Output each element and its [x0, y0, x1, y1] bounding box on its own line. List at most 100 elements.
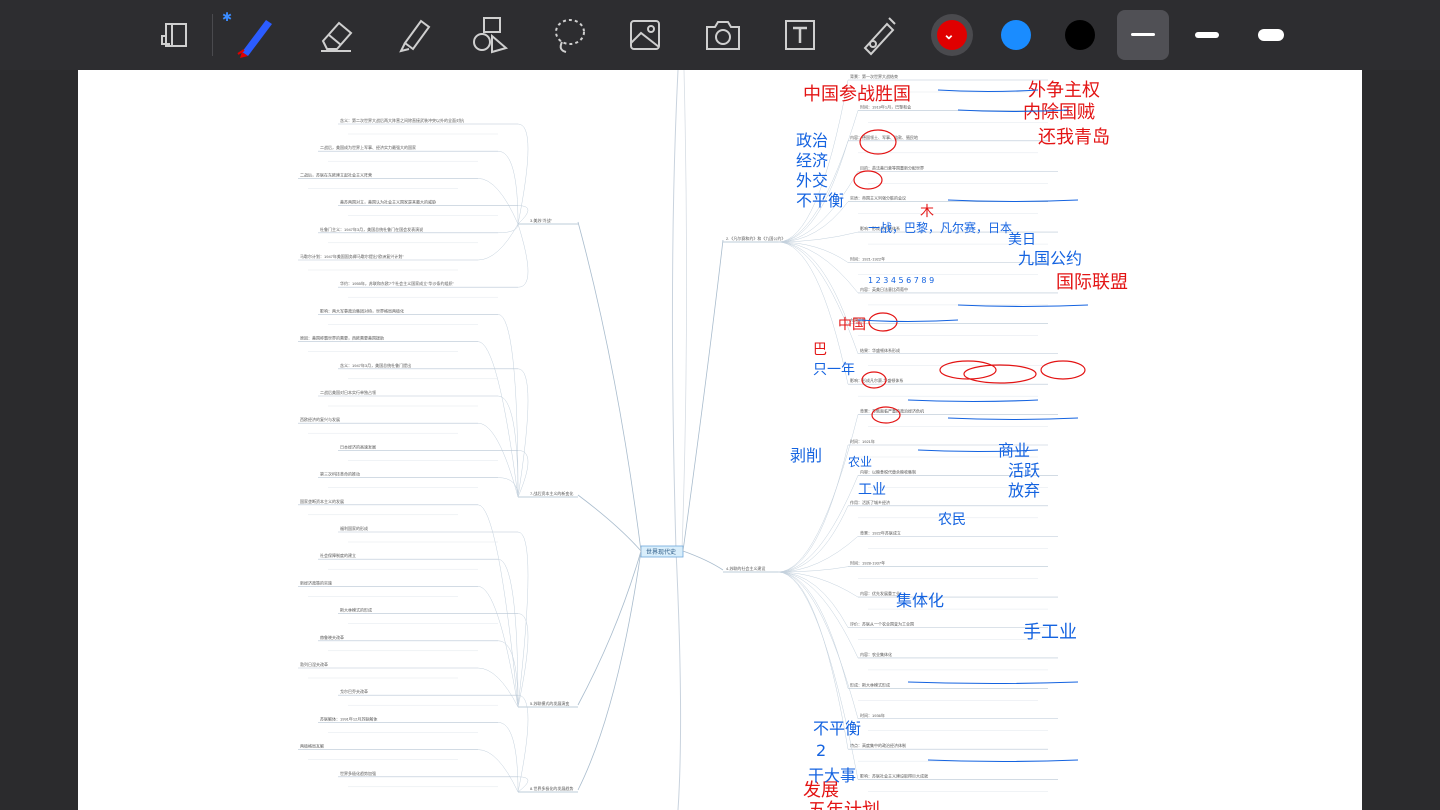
color-swatch-blue[interactable] [1001, 20, 1031, 50]
width-selector-thin[interactable] [1117, 10, 1169, 60]
note-item: 二战后，苏联在东欧建立起社会主义阵营 [298, 171, 519, 225]
page-layout-icon[interactable] [152, 12, 198, 58]
svg-text:背景：1922年苏联成立: 背景：1922年苏联成立 [860, 529, 901, 535]
note-item: 国家垄断资本主义的发展 [298, 498, 519, 708]
svg-text:杜鲁门主义：1947年3月，美国总统杜鲁门在国会发表演说: 杜鲁门主义：1947年3月，美国总统杜鲁门在国会发表演说 [320, 226, 423, 232]
note-item: 作用：活跃了城乡经济 [777, 499, 1048, 573]
note-item: 戈尔巴乔夫改革 [338, 688, 529, 793]
branch-node[interactable]: 7.战后资本主义的新变化 [518, 490, 578, 498]
note-item: 华约：1955年，苏联和东欧7个社会主义国家成立“华沙条约组织” [338, 223, 529, 298]
root-node[interactable]: 世界现代史 [640, 545, 684, 558]
handwritten-note-blue: 活跃 [1008, 461, 1040, 480]
laser-pointer-icon[interactable] [855, 12, 901, 58]
svg-text:影响：苏联社会主义建设取得巨大成就: 影响：苏联社会主义建设取得巨大成就 [860, 773, 928, 779]
shapes-icon[interactable] [468, 12, 514, 58]
handwritten-note-blue: 1 2 3 4 5 6 7 8 9 [868, 276, 934, 285]
svg-text:新经济政策的实施: 新经济政策的实施 [300, 579, 332, 585]
branch-node[interactable]: 4.苏联的社会主义建设 [723, 565, 778, 573]
svg-text:日本经济的高速发展: 日本经济的高速发展 [340, 443, 376, 449]
handwritten-note-blue: 一战，巴黎，凡尔赛，日本 [868, 220, 1012, 235]
note-item: 苏联解体：1991年12月苏联解体 [318, 715, 519, 793]
svg-text:4.苏联的社会主义建设: 4.苏联的社会主义建设 [726, 565, 765, 571]
handwritten-note-blue: 2 [816, 741, 826, 760]
ink-circle [859, 129, 897, 155]
branch-node[interactable]: 2.《凡尔赛和约》和《九国公约》 [723, 235, 785, 243]
handwritten-note-blue: 美日 [1008, 232, 1036, 248]
handwritten-note-red: 还我青岛 [1038, 127, 1110, 148]
handwritten-note-blue: 不平衡 [796, 191, 844, 210]
svg-text:原因：美国称霸世界的需要，西欧需要美国援助: 原因：美国称霸世界的需要，西欧需要美国援助 [300, 335, 384, 341]
pen-icon[interactable] [232, 12, 278, 58]
ink-underline [917, 449, 1039, 453]
branch-node[interactable]: 8.世界多极化的发展趋势 [518, 785, 578, 793]
branch-node[interactable]: 3.美苏“冷战” [518, 217, 578, 225]
ink-underline [937, 89, 1039, 93]
eraser-icon[interactable] [314, 12, 360, 58]
svg-text:斯大林模式的形成: 斯大林模式的形成 [340, 607, 372, 613]
ink-circle [853, 170, 883, 190]
svg-text:特点：高度集中的政治经济体制: 特点：高度集中的政治经济体制 [850, 742, 906, 748]
note-page[interactable]: 世界现代史 3.美苏“冷战” 7.战后资本主义的新变化 5.苏联模式的发展演变 8.世… [78, 70, 1362, 810]
handwritten-note-blue: 不平衡 [813, 719, 861, 738]
camera-icon[interactable] [700, 12, 746, 58]
ink-underline [907, 681, 1079, 685]
handwritten-note-blue: 工业 [858, 482, 886, 498]
note-item: 福利国家的形成 [338, 525, 529, 708]
svg-text:赫鲁晓夫改革: 赫鲁晓夫改革 [320, 634, 344, 640]
ink-circle [868, 312, 898, 332]
width-selector-medium[interactable] [1195, 32, 1219, 38]
text-box-icon[interactable] [777, 12, 823, 58]
ink-circle [1040, 360, 1086, 380]
svg-text:含义：1947年3月，美国总统杜鲁门提出: 含义：1947年3月，美国总统杜鲁门提出 [340, 362, 411, 368]
note-item: 内容：英美日法意比荷葡中 [777, 241, 1058, 306]
toolbar-divider [212, 14, 213, 56]
ink-circle [963, 364, 1037, 384]
note-item: 二战后，美国成为世界上军事、经济实力最强大的国家 [318, 144, 519, 225]
svg-text:苏联解体：1991年12月苏联解体: 苏联解体：1991年12月苏联解体 [320, 715, 377, 721]
svg-text:目的：英法美日意等国重新分配世界: 目的：英法美日意等国重新分配世界 [860, 164, 924, 170]
handwritten-note-blue: 外交 [796, 171, 828, 190]
note-item: 美苏两国对立，美国认为社会主义国家是其最大的威胁 [338, 199, 529, 225]
handwritten-note-red: 国际联盟 [1056, 272, 1128, 293]
ink-underline [957, 304, 1089, 308]
handwritten-note-red: 外争主权 [1028, 80, 1100, 101]
ink-underline [857, 319, 959, 323]
handwritten-note-red: 巴 [813, 342, 827, 358]
handwritten-note-blue: 剥削 [790, 446, 822, 465]
note-item: 含义：第二次世界大战后两大阵营之间除直接武装冲突以外的全面对抗 [338, 117, 529, 225]
handwritten-note-blue: 集体化 [896, 591, 944, 610]
highlighter-icon[interactable] [392, 12, 438, 58]
handwritten-note-blue: 放弃 [1008, 481, 1040, 500]
svg-text:8.世界多极化的发展趋势: 8.世界多极化的发展趋势 [530, 785, 573, 791]
svg-text:时间：1921-1922年: 时间：1921-1922年 [850, 256, 885, 262]
svg-text:影响：形成凡尔赛-华盛顿体系: 影响：形成凡尔赛-华盛顿体系 [850, 377, 903, 383]
svg-text:二战后，美国成为世界上军事、经济实力最强大的国家: 二战后，美国成为世界上军事、经济实力最强大的国家 [320, 144, 416, 150]
lasso-icon[interactable] [546, 12, 592, 58]
note-item: 含义：1947年3月，美国总统杜鲁门提出 [338, 362, 529, 498]
note-item: 两极格局瓦解 [298, 743, 519, 793]
svg-text:福利国家的形成: 福利国家的形成 [340, 525, 368, 531]
handwritten-note-blue: 九国公约 [1018, 249, 1082, 268]
svg-text:3.美苏“冷战”: 3.美苏“冷战” [530, 217, 553, 223]
image-icon[interactable] [622, 12, 668, 58]
note-item: 西欧经济的复兴与发展 [298, 416, 519, 498]
width-selector-thick[interactable] [1258, 29, 1284, 41]
svg-text:西欧经济的复兴与发展: 西欧经济的复兴与发展 [300, 416, 340, 422]
handwritten-note-blue: 农业 [848, 455, 872, 469]
note-item: 第三次科技革命的推动 [318, 471, 519, 498]
svg-text:背景：苏俄面临严重的政治经济危机: 背景：苏俄面临严重的政治经济危机 [860, 408, 924, 414]
note-item: 勃列日涅夫改革 [298, 661, 519, 708]
svg-text:社会保障制度的建立: 社会保障制度的建立 [320, 552, 356, 558]
svg-text:背景：第一次世界大战结束: 背景：第一次世界大战结束 [850, 73, 898, 79]
svg-text:含义：第二次世界大战后两大阵营之间除直接武装冲突以外的全面对: 含义：第二次世界大战后两大阵营之间除直接武装冲突以外的全面对抗 [340, 117, 464, 123]
ink-underline [947, 417, 1079, 421]
svg-text:马歇尔计划：1947年美国国务卿马歇尔提出“欧洲复兴计划”: 马歇尔计划：1947年美国国务卿马歇尔提出“欧洲复兴计划” [300, 253, 404, 259]
svg-text:二战后，苏联在东欧建立起社会主义阵营: 二战后，苏联在东欧建立起社会主义阵营 [300, 171, 372, 177]
chevron-down-icon: ⌄ [943, 26, 955, 42]
handwritten-note-red: 内除国贼 [1023, 102, 1095, 123]
svg-text:作用：活跃了城乡经济: 作用：活跃了城乡经济 [850, 499, 890, 505]
svg-text:时间：1936年: 时间：1936年 [860, 712, 885, 718]
svg-text:时间：1928-1937年: 时间：1928-1937年 [850, 560, 885, 566]
svg-text:内容：英美日法意比荷葡中: 内容：英美日法意比荷葡中 [860, 286, 908, 292]
color-swatch-black[interactable] [1065, 20, 1095, 50]
